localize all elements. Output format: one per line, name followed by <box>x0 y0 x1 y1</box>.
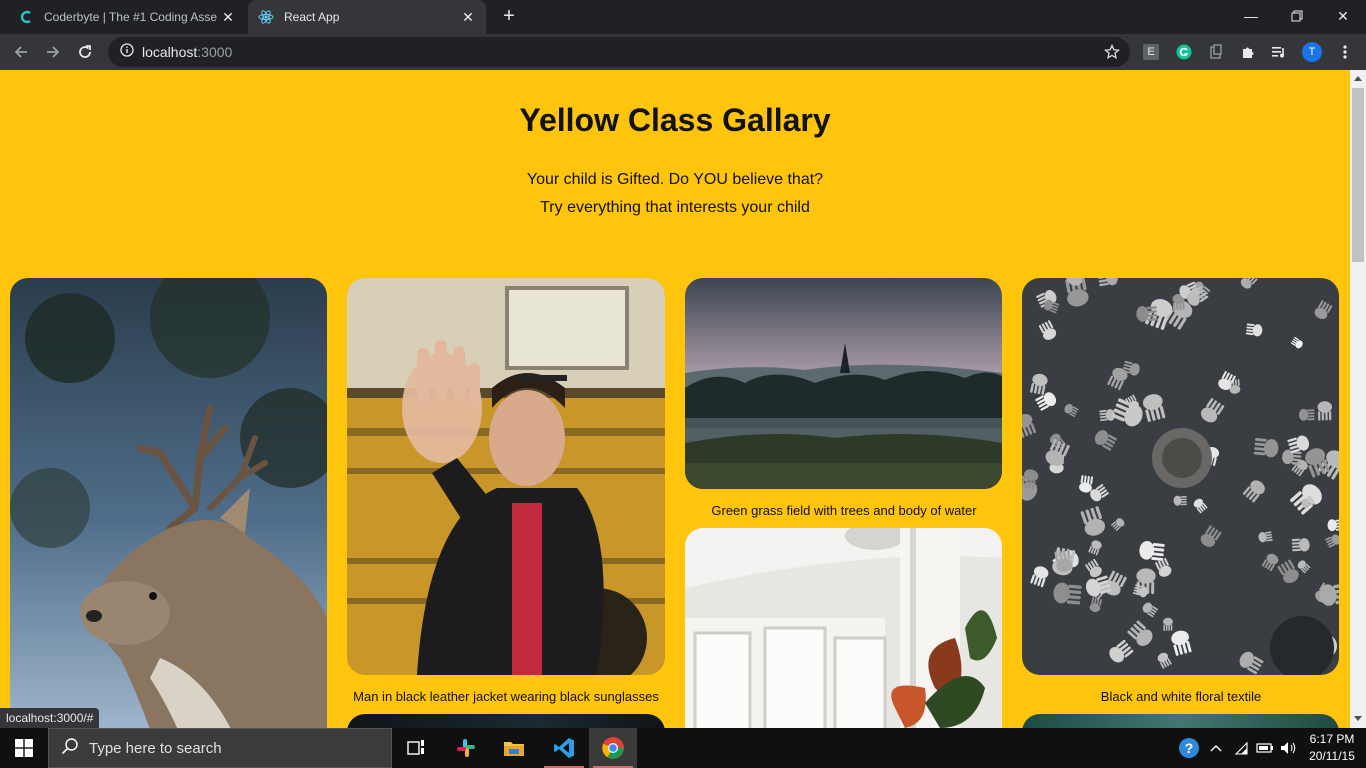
deer-with-antlers-photo[interactable] <box>10 278 327 728</box>
coderbyte-icon <box>18 9 34 25</box>
forward-icon[interactable] <box>40 39 66 65</box>
windows-taskbar: Type here to search ? 6:17 PM 20/11/15 <box>0 728 1366 768</box>
close-tab-icon[interactable]: ✕ <box>460 9 476 25</box>
react-icon <box>258 9 274 25</box>
dark-photo-card[interactable] <box>347 714 665 728</box>
misty-landscape-photo[interactable] <box>685 278 1002 489</box>
chrome-icon[interactable] <box>589 728 637 768</box>
wifi-icon[interactable] <box>1230 728 1252 768</box>
task-view-icon[interactable] <box>392 728 440 768</box>
url-host: localhost <box>142 44 198 60</box>
browser-toolbar: localhost:3000 E T <box>0 34 1366 70</box>
volume-icon[interactable] <box>1278 728 1300 768</box>
tab-title: React App <box>284 10 340 24</box>
close-window-icon[interactable]: ✕ <box>1320 0 1366 32</box>
address-bar[interactable]: localhost:3000 <box>108 37 1130 67</box>
caption-floral-textile: Black and white floral textile <box>1100 689 1262 704</box>
caption-grass-field: Green grass field with trees and body of… <box>711 503 977 518</box>
new-tab-button[interactable]: + <box>498 6 520 28</box>
reload-icon[interactable] <box>72 39 98 65</box>
grammarly-icon[interactable] <box>1175 43 1193 61</box>
interior-room-plant-photo[interactable] <box>685 528 1002 728</box>
windows-start-icon[interactable] <box>0 728 48 768</box>
black-white-hands-photo[interactable] <box>1022 278 1339 675</box>
back-icon[interactable] <box>8 39 34 65</box>
tab-coderbyte[interactable]: Coderbyte | The #1 Coding Asse ✕ <box>8 0 246 34</box>
man-by-yellow-bus-photo[interactable] <box>347 278 665 675</box>
menu-kebab-icon[interactable] <box>1336 43 1354 61</box>
help-icon[interactable]: ? <box>1176 728 1202 768</box>
system-clock[interactable]: 6:17 PM 20/11/15 <box>1302 731 1362 765</box>
clipboard-icon[interactable] <box>1207 43 1225 61</box>
page-subtitle-line2: Try everything that interests your child <box>540 199 810 216</box>
chevron-up-icon[interactable] <box>1206 728 1226 768</box>
clock-time: 6:17 PM <box>1309 732 1355 746</box>
tab-react-app[interactable]: React App ✕ <box>248 0 486 34</box>
search-icon <box>61 737 79 760</box>
page-viewport: Yellow Class Gallary Your child is Gifte… <box>0 70 1350 728</box>
extension-e-icon[interactable]: E <box>1142 43 1160 61</box>
scroll-up-icon[interactable] <box>1354 76 1362 81</box>
page-subtitle-line1: Your child is Gifted. Do YOU believe tha… <box>526 171 824 188</box>
minimize-icon[interactable]: — <box>1228 0 1274 32</box>
clock-date: 20/11/15 <box>1309 749 1355 763</box>
svg-text:?: ? <box>1185 740 1194 756</box>
page-scrollbar[interactable] <box>1350 70 1366 728</box>
slack-icon[interactable] <box>442 728 490 768</box>
teal-photo-card[interactable] <box>1022 714 1339 728</box>
caption-man-jacket: Man in black leather jacket wearing blac… <box>353 689 659 704</box>
close-tab-icon[interactable]: ✕ <box>220 9 236 25</box>
info-icon[interactable] <box>120 42 134 62</box>
url-port: :3000 <box>197 44 233 60</box>
browser-tab-strip: Coderbyte | The #1 Coding Asse ✕ React A… <box>0 0 1366 34</box>
restore-icon[interactable] <box>1274 0 1320 32</box>
media-icon[interactable] <box>1270 43 1288 61</box>
scroll-down-icon[interactable] <box>1354 716 1362 721</box>
page-title: Yellow Class Gallary <box>519 102 831 138</box>
vscode-icon[interactable] <box>540 728 588 768</box>
bookmark-star-icon[interactable] <box>1104 44 1120 65</box>
search-placeholder: Type here to search <box>89 739 222 757</box>
scrollbar-thumb[interactable] <box>1352 88 1364 262</box>
profile-avatar[interactable]: T <box>1302 42 1322 62</box>
battery-icon[interactable] <box>1254 728 1276 768</box>
file-explorer-icon[interactable] <box>490 728 538 768</box>
link-status-url: localhost:3000/# <box>0 708 100 728</box>
taskbar-search-input[interactable]: Type here to search <box>48 728 392 768</box>
puzzle-icon[interactable] <box>1239 43 1257 61</box>
tab-title: Coderbyte | The #1 Coding Asse <box>44 10 218 24</box>
